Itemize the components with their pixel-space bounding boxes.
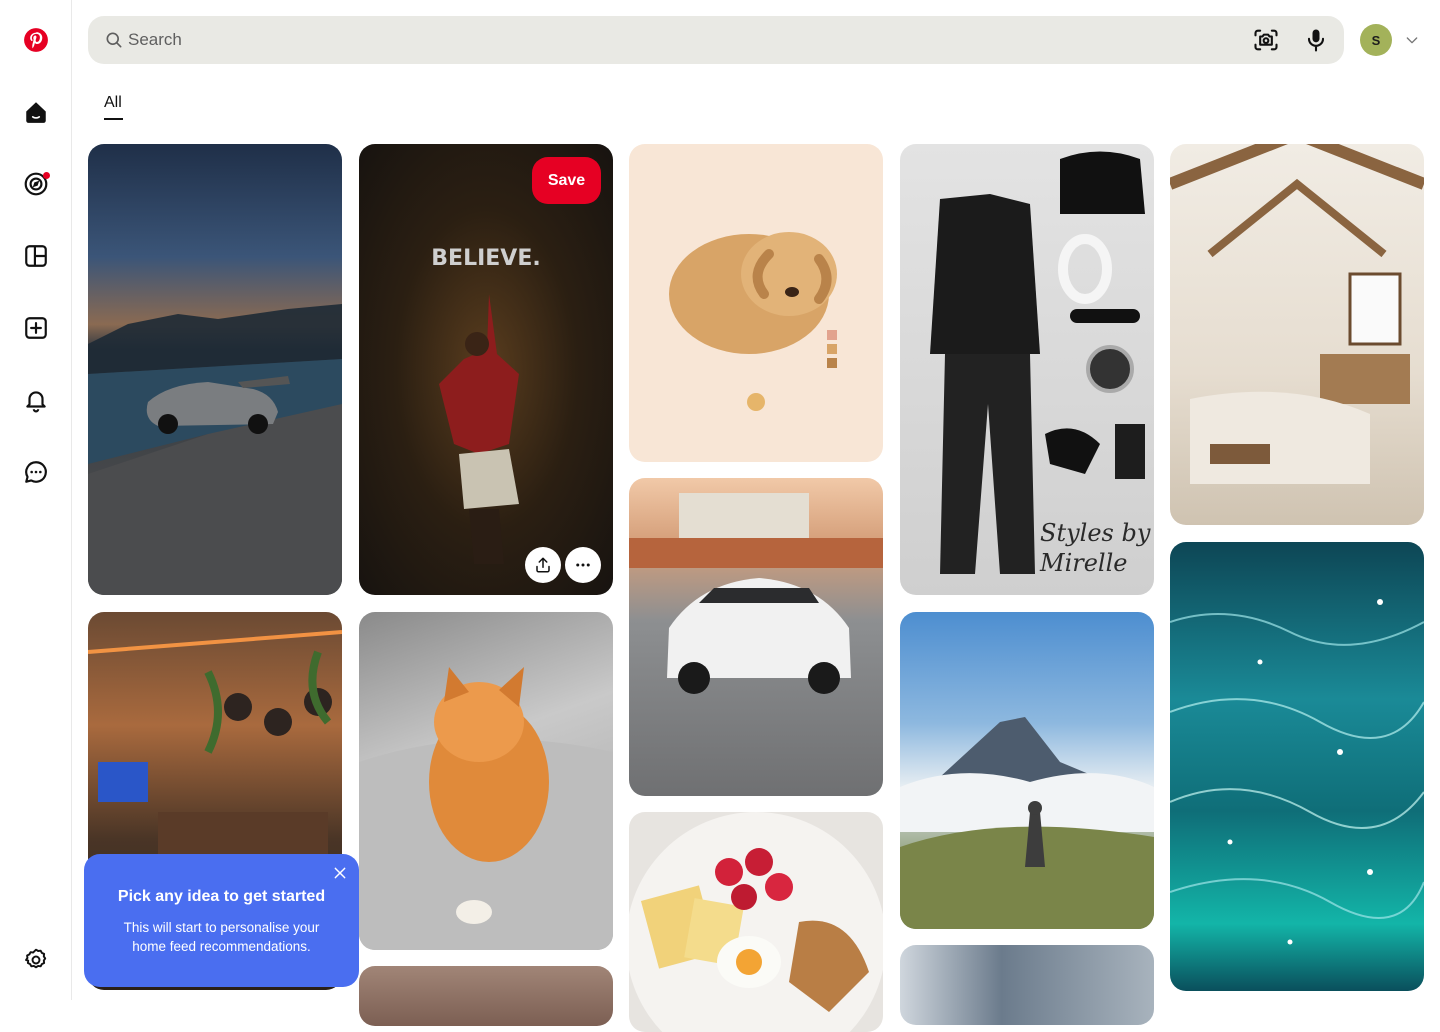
- search-input[interactable]: [128, 16, 1228, 64]
- pin-ocean[interactable]: [1170, 542, 1424, 991]
- share-icon: [536, 557, 550, 573]
- pin-image: [1170, 144, 1424, 484]
- pin-kitten[interactable]: [359, 612, 613, 950]
- pin-portrait[interactable]: [359, 966, 613, 1026]
- pin-living-room[interactable]: [1170, 144, 1424, 525]
- search-icon: [106, 32, 122, 48]
- more-options-button[interactable]: [565, 547, 601, 583]
- pin-image: [439, 294, 519, 564]
- sidebar-item-messages[interactable]: [12, 448, 60, 496]
- chat-icon: [25, 461, 47, 483]
- tab-active-underline: [104, 118, 123, 120]
- onboarding-toast: Pick any idea to get started This will s…: [84, 854, 359, 987]
- sidebar-item-home[interactable]: [12, 88, 60, 136]
- pin-breakfast[interactable]: [629, 812, 883, 1032]
- pin-mountain[interactable]: [900, 612, 1154, 929]
- tab-all[interactable]: All: [104, 94, 122, 112]
- share-button[interactable]: [525, 547, 561, 583]
- pin-car-sunset[interactable]: [88, 144, 342, 595]
- sidebar-item-notifications[interactable]: [12, 376, 60, 424]
- pin-building[interactable]: [900, 945, 1154, 1025]
- plus-square-icon: [25, 317, 47, 339]
- avatar[interactable]: S: [1360, 24, 1392, 56]
- sidebar: [0, 0, 72, 1000]
- sidebar-item-create[interactable]: [12, 304, 60, 352]
- toast-title: Pick any idea to get started: [117, 888, 326, 905]
- boards-icon: [25, 245, 47, 267]
- pin-white-car[interactable]: [629, 478, 883, 796]
- search-bar[interactable]: [88, 16, 1344, 64]
- pin-overlay-text: BELIEVE.: [431, 246, 541, 271]
- toast-body: This will start to personalise your home…: [123, 920, 320, 954]
- pin-ronaldo[interactable]: [359, 144, 613, 595]
- notification-dot: [43, 172, 50, 179]
- pin-image: [1170, 599, 1424, 945]
- pin-image: [359, 667, 613, 950]
- pin-overlay-text: Styles by Mirelle: [1040, 519, 1151, 577]
- sidebar-item-settings[interactable]: [12, 936, 60, 984]
- close-icon[interactable]: [332, 865, 348, 881]
- microphone-icon[interactable]: [1302, 26, 1330, 54]
- chevron-down-icon[interactable]: [1404, 32, 1420, 48]
- bell-icon: [26, 391, 46, 413]
- sidebar-item-explore[interactable]: [12, 160, 60, 208]
- save-button[interactable]: Save: [532, 157, 601, 204]
- more-dots-icon: [576, 563, 590, 567]
- pin-image: [669, 232, 837, 411]
- pinterest-logo-icon: [24, 28, 48, 52]
- pin-image: [629, 493, 883, 694]
- pinterest-logo[interactable]: [12, 16, 60, 64]
- pin-image: [900, 717, 1154, 929]
- pin-image: [88, 304, 342, 595]
- pin-image: [629, 812, 883, 1032]
- gear-icon: [25, 948, 47, 969]
- home-icon: [26, 102, 46, 123]
- camera-search-icon[interactable]: [1252, 26, 1280, 54]
- sidebar-item-boards[interactable]: [12, 232, 60, 280]
- pin-puppy[interactable]: [629, 144, 883, 462]
